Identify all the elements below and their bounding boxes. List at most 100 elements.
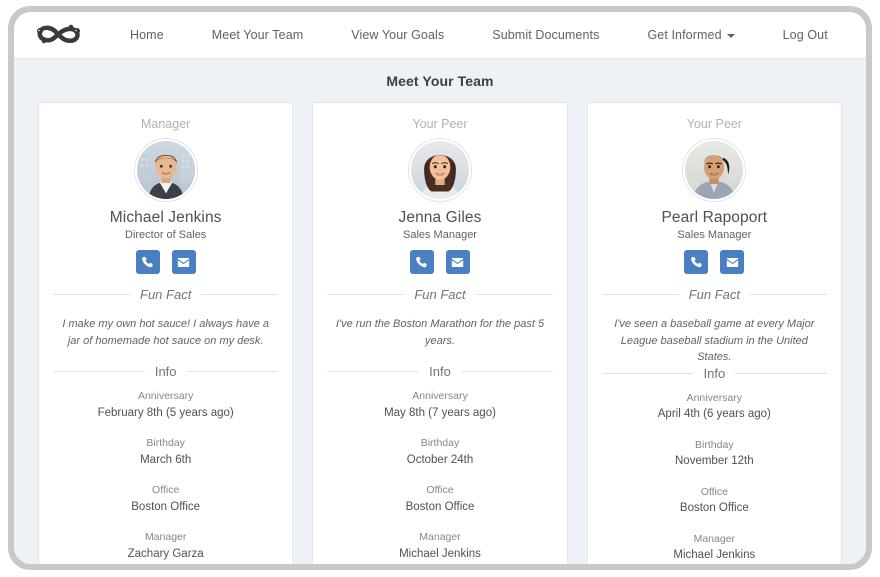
fun-fact-text: I make my own hot sauce! I always have a… [62, 318, 269, 347]
info-manager: Manager Michael Jenkins [602, 532, 827, 565]
male-portrait-1-image [136, 141, 195, 199]
info-manager-value: Michael Jenkins [673, 549, 756, 562]
info-heading: Info [601, 365, 827, 381]
member-name: Jenna Giles [398, 209, 482, 226]
female-portrait-2-image [685, 141, 744, 199]
info-anniversary: Anniversary February 8th (5 years ago) [53, 389, 278, 422]
divider-right [475, 294, 553, 295]
logout-label: Log Out [782, 28, 828, 42]
fun-fact-label: Fun Fact [140, 287, 192, 302]
info-office: Office Boston Office [602, 485, 827, 518]
fun-fact-label: Fun Fact [688, 287, 740, 302]
email-button[interactable] [171, 250, 196, 274]
contact-actions [53, 250, 278, 274]
member-job-title: Director of Sales [125, 229, 207, 241]
top-navigation-bar: Home Meet Your Team View Your Goals Subm… [14, 12, 866, 59]
contact-actions [602, 250, 827, 274]
nav-item-get-informed[interactable]: Get Informed [623, 20, 758, 50]
info-office: Office Boston Office [327, 483, 552, 516]
card-role-label: Your Peer [686, 117, 742, 131]
info-anniversary-label: Anniversary [412, 390, 468, 402]
info-office-label: Office [700, 485, 728, 498]
member-job-title: Sales Manager [677, 229, 752, 241]
browser-window-frame: Home Meet Your Team View Your Goals Subm… [8, 6, 876, 574]
page-content: Meet Your Team Manager Michael Jenkins D… [14, 59, 866, 564]
info-office-value: Boston Office [131, 500, 201, 513]
info-anniversary-value: February 8th (5 years ago) [97, 406, 234, 419]
info-birthday-value: March 6th [140, 453, 192, 466]
primary-nav-links: Home Meet Your Team View Your Goals Subm… [106, 20, 759, 50]
info-manager-label: Manager [693, 532, 736, 545]
info-anniversary-value: April 4th (6 years ago) [657, 408, 771, 421]
info-birthday: Birthday October 24th [327, 436, 552, 469]
email-icon [452, 257, 464, 267]
info-manager-label: Manager [144, 531, 187, 543]
divider-right [201, 294, 279, 295]
divider-left [53, 294, 131, 295]
info-anniversary: Anniversary May 8th (7 years ago) [327, 389, 552, 422]
info-manager-value: Michael Jenkins [399, 547, 481, 560]
info-birthday-value: November 12th [675, 455, 754, 468]
team-member-card[interactable]: Manager Michael Jenkins Director of Sale… [38, 102, 294, 564]
info-label: Info [703, 365, 726, 381]
nav-item-meet-your-team[interactable]: Meet Your Team [188, 20, 328, 50]
info-anniversary-label: Anniversary [686, 391, 743, 404]
avatar-container [602, 139, 827, 201]
team-member-card[interactable]: Your Peer [586, 102, 842, 565]
nav-item-view-your-goals-label: View Your Goals [351, 28, 445, 42]
info-office-label: Office [152, 484, 180, 496]
info-manager: Manager Michael Jenkins [327, 530, 552, 563]
chevron-down-icon [726, 33, 735, 38]
fun-fact-heading: Fun Fact [601, 287, 827, 302]
info-office-value: Boston Office [405, 500, 475, 513]
email-button[interactable] [720, 250, 745, 274]
avatar [134, 139, 197, 201]
info-office-value: Boston Office [679, 502, 749, 515]
nav-item-submit-documents[interactable]: Submit Documents [468, 20, 623, 50]
info-anniversary-label: Anniversary [137, 390, 194, 402]
info-birthday: Birthday November 12th [602, 438, 827, 471]
avatar-container [327, 139, 552, 201]
divider-right [735, 372, 827, 374]
logout-button[interactable]: Log Out [759, 20, 852, 50]
info-manager-label: Manager [419, 531, 461, 543]
browser-viewport: Home Meet Your Team View Your Goals Subm… [14, 12, 866, 564]
team-member-card[interactable]: Your Peer [312, 102, 568, 564]
info-manager: Manager Zachary Garza [53, 530, 278, 563]
divider-right [749, 294, 827, 295]
phone-button[interactable] [684, 250, 709, 274]
member-job-title: Sales Manager [402, 229, 477, 241]
brand-logo[interactable] [32, 20, 84, 50]
info-label: Info [154, 364, 177, 379]
info-birthday-value: October 24th [406, 453, 474, 466]
card-role-label: Manager [140, 117, 191, 131]
divider-left [601, 372, 694, 374]
phone-button[interactable] [135, 250, 160, 274]
info-birthday: Birthday March 6th [53, 436, 278, 469]
female-portrait-1-image [410, 141, 469, 199]
nav-item-submit-documents-label: Submit Documents [492, 28, 600, 42]
email-icon [177, 257, 190, 267]
info-label: Info [429, 364, 451, 379]
divider-left [53, 371, 145, 372]
infinity-snakes-logo-icon [37, 24, 80, 44]
info-birthday-label: Birthday [420, 437, 460, 449]
email-button[interactable] [445, 250, 470, 274]
info-heading: Info [53, 364, 279, 379]
info-office-label: Office [426, 484, 454, 496]
nav-item-meet-your-team-label: Meet Your Team [211, 28, 304, 42]
nav-item-view-your-goals[interactable]: View Your Goals [327, 20, 468, 50]
phone-button[interactable] [409, 250, 434, 274]
avatar-container [53, 139, 278, 201]
divider-left [327, 294, 405, 295]
card-role-label: Your Peer [412, 117, 468, 131]
nav-item-get-informed-label: Get Informed [647, 28, 722, 42]
nav-item-home[interactable]: Home [106, 20, 188, 50]
info-birthday-label: Birthday [146, 437, 185, 449]
divider-right [460, 371, 553, 372]
fun-fact-text: I've run the Boston Marathon for the pas… [335, 318, 545, 347]
info-office: Office Boston Office [53, 483, 278, 516]
nav-right-group: Log Out [759, 20, 852, 50]
email-icon [726, 257, 738, 267]
divider-left [601, 294, 679, 295]
